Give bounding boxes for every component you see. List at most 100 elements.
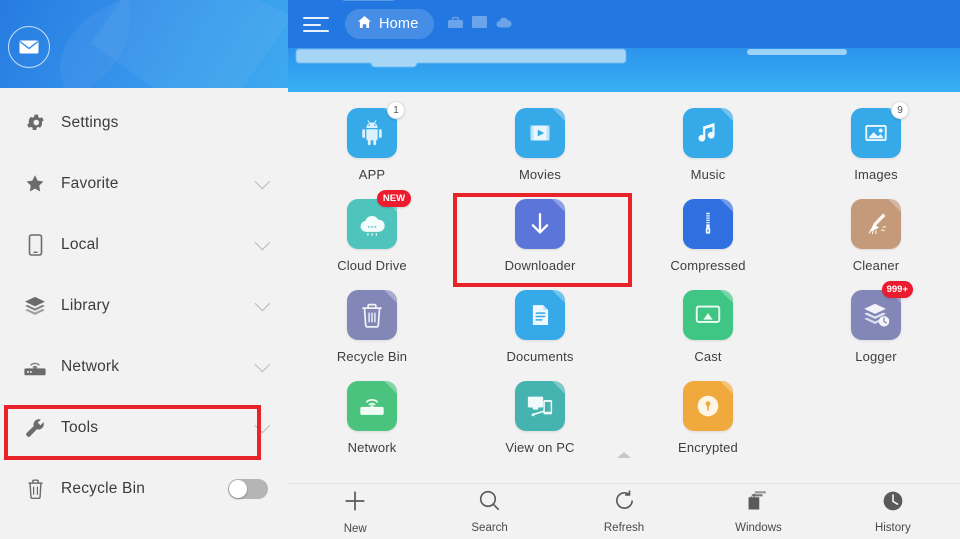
badge: 999+: [881, 281, 913, 298]
sidebar-item-tools[interactable]: Tools: [0, 397, 288, 460]
avatar[interactable]: [8, 26, 50, 68]
sidebar-item-local[interactable]: Local: [0, 214, 288, 275]
gear-icon: [18, 112, 52, 133]
path-bar-strip: [288, 48, 960, 92]
top-bar: Home: [288, 0, 960, 48]
cloud-icon: NEW: [347, 190, 411, 249]
badge: 1: [387, 101, 405, 119]
plus-icon: [343, 489, 367, 518]
app-tile-logger[interactable]: 999+ Logger: [792, 281, 960, 373]
chevron-down-icon[interactable]: [254, 356, 271, 372]
search-icon: [478, 489, 501, 517]
chevron-down-icon[interactable]: [254, 234, 271, 250]
sidebar-item-label: Network: [61, 357, 120, 375]
app-tile-recycle-bin[interactable]: Recycle Bin: [288, 282, 456, 373]
app-tile-cast[interactable]: Cast: [624, 282, 792, 373]
logger-icon: 999+: [851, 281, 913, 340]
corner-fold: [384, 290, 397, 303]
sidebar-item-label: Library: [61, 296, 110, 314]
trash-icon: [18, 478, 52, 500]
toolbar-button-refresh[interactable]: Refresh: [557, 484, 691, 539]
corner-fold: [552, 108, 565, 121]
app-tile-label: Documents: [506, 349, 574, 364]
app-tile-compressed[interactable]: Compressed: [624, 191, 792, 282]
view-on-pc-icon: [515, 381, 565, 431]
corner-fold: [720, 290, 733, 303]
refresh-icon: [613, 489, 636, 517]
chevron-down-icon[interactable]: [254, 295, 271, 311]
app-tile-label: APP: [358, 167, 386, 182]
recycle-bin-toggle[interactable]: [228, 478, 268, 499]
app-tile-downloader[interactable]: Downloader: [453, 191, 632, 287]
history-clock-icon: [882, 490, 904, 517]
app-tile-images[interactable]: 9 Images: [792, 100, 960, 191]
app-tile-label: Downloader: [504, 258, 576, 273]
house-icon: [357, 15, 372, 34]
window-icon[interactable]: [472, 15, 488, 33]
sidebar-item-label: Tools: [61, 418, 99, 436]
app-tile-cloud-drive[interactable]: NEW Cloud Drive: [288, 190, 456, 282]
app-tile-label: Cleaner: [852, 258, 900, 273]
app-tile-app[interactable]: 1 APP: [288, 100, 456, 191]
toolbar-button-label: Windows: [735, 521, 782, 534]
app-grid-row: NEW Cloud Drive Downloader Compressed Cleane…: [288, 190, 960, 287]
main-panel: Home 1 APP Movies Music 9 Images NEW Cloud: [288, 0, 960, 539]
app-grid-row: Recycle Bin Documents Cast 999+ Logger: [288, 281, 960, 373]
app-tile-movies[interactable]: Movies: [456, 100, 624, 191]
chevron-down-icon[interactable]: [254, 417, 271, 433]
app-tile-documents[interactable]: Documents: [456, 282, 624, 373]
app-tile-label: Movies: [518, 167, 562, 182]
cloud-icon[interactable]: [496, 15, 512, 33]
home-tab[interactable]: Home: [345, 9, 435, 39]
toolbar-button-search[interactable]: Search: [422, 484, 556, 539]
corner-fold: [552, 381, 565, 394]
corner-fold: [720, 381, 733, 394]
image-file-icon: 9: [851, 101, 909, 158]
sidebar-item-network[interactable]: Network: [0, 336, 288, 397]
app-tile-label: Music: [690, 167, 726, 182]
document-file-icon: [515, 290, 565, 340]
toolbox-icon[interactable]: [448, 15, 464, 33]
star-icon: [18, 173, 52, 194]
app-tile-label: Recycle Bin: [336, 349, 408, 364]
download-arrow-icon: [515, 199, 565, 249]
cast-icon: [683, 290, 733, 340]
toolbar-button-label: History: [874, 521, 911, 534]
zip-icon: [683, 199, 733, 249]
badge: 9: [891, 101, 909, 119]
sidebar-item-favorite[interactable]: Favorite: [0, 153, 288, 214]
hamburger-menu-icon[interactable]: [303, 14, 329, 34]
home-tab-label: Home: [379, 16, 419, 32]
collapse-panel-button[interactable]: [288, 444, 960, 466]
router-icon: [18, 357, 52, 377]
windows-stack-icon: [747, 490, 770, 517]
sidebar-item-recycle-bin[interactable]: Recycle Bin: [0, 458, 288, 519]
sidebar-item-settings[interactable]: Settings: [0, 92, 288, 153]
app-tile-label: Compressed: [670, 258, 746, 273]
corner-fold: [888, 199, 901, 212]
layers-icon: [18, 296, 52, 316]
trash-icon: [347, 290, 397, 340]
toolbar-button-history[interactable]: History: [826, 484, 960, 539]
path-bar-blurred-right: [747, 49, 847, 55]
lock-icon: [683, 381, 733, 431]
topbar-overlay-artifact: [341, 0, 396, 1]
router-icon: [347, 381, 397, 431]
chevron-up-icon: [617, 452, 631, 458]
sidebar-item-library[interactable]: Library: [0, 275, 288, 336]
badge: NEW: [377, 190, 411, 207]
app-tile-music[interactable]: Music: [624, 100, 792, 191]
toolbar-button-new[interactable]: New: [288, 484, 422, 539]
video-file-icon: [515, 108, 565, 158]
sidebar-item-label: Favorite: [61, 174, 119, 192]
toolbar-button-windows[interactable]: Windows: [691, 484, 825, 539]
sidebar-menu: Settings Favorite Local Library Network Tools…: [0, 88, 288, 519]
corner-fold: [552, 290, 565, 303]
sidebar-item-label: Recycle Bin: [61, 479, 146, 497]
path-bar-blurred: [296, 49, 626, 67]
corner-fold: [720, 199, 733, 212]
app-tile-cleaner[interactable]: Cleaner: [792, 191, 960, 282]
chevron-down-icon[interactable]: [254, 173, 271, 189]
envelope-icon: [19, 40, 39, 54]
toggle-knob: [229, 479, 247, 498]
